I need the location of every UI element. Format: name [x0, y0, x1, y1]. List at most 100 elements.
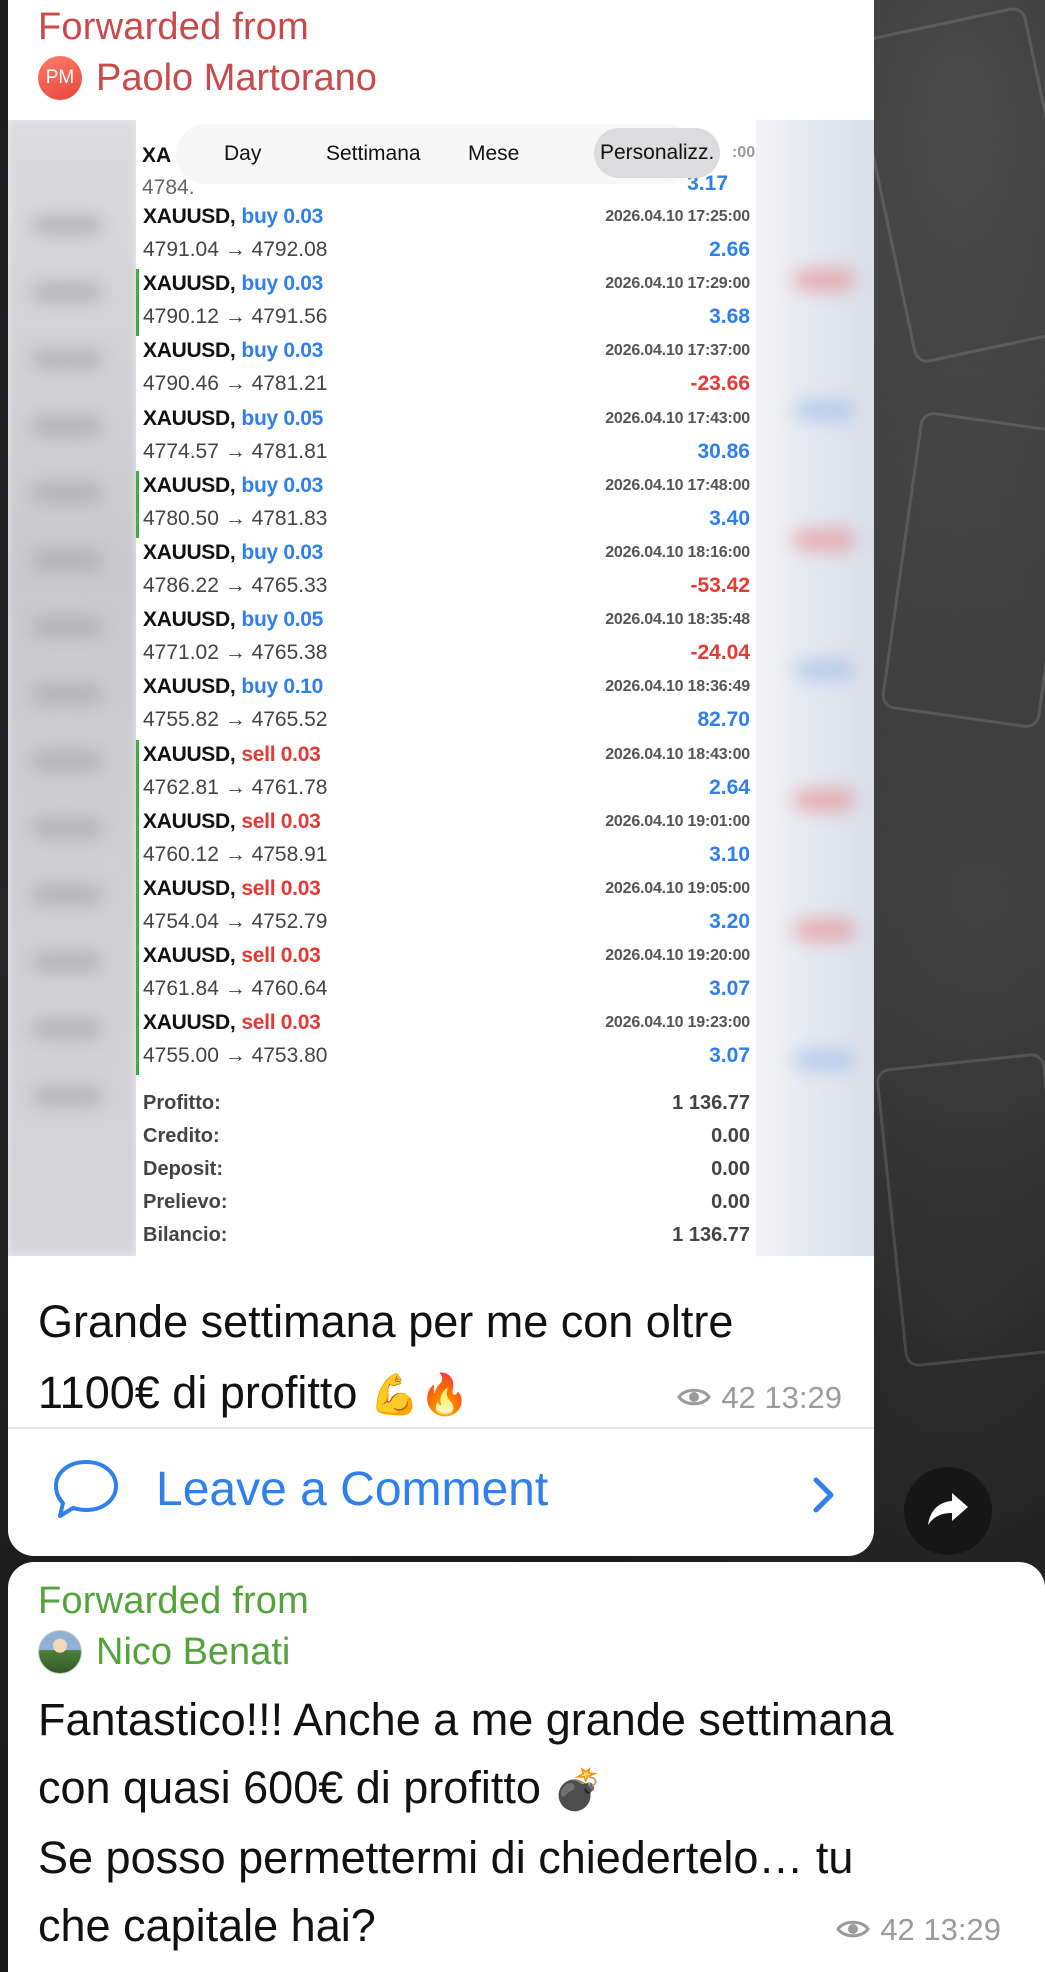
tab-day: Day: [224, 142, 262, 165]
blurred-mark: [32, 350, 102, 368]
trade-profit: 3.07: [709, 977, 750, 1001]
forwarded-sender[interactable]: Nico Benati: [38, 1630, 290, 1674]
speech-bubble-icon: [52, 1458, 120, 1525]
banknote-decoration: [874, 1051, 1045, 1369]
trade-history-sheet: XA 4784. 3.17 Day Settimana Mese Persona…: [136, 120, 756, 1256]
trade-symbol: XAUUSD,: [143, 1011, 236, 1035]
trade-time: 2026.04.10 18:35:48: [605, 611, 750, 629]
blurred-mark: [32, 1020, 102, 1038]
trade-profit: -24.04: [690, 641, 750, 665]
message-bubble-forwarded[interactable]: Forwarded from Nico Benati Fantastico!!!…: [8, 1562, 1045, 1972]
trade-time: 2026.04.10 18:36:49: [605, 678, 750, 696]
trade-symbol: XAUUSD,: [143, 205, 236, 228]
forwarded-sender[interactable]: PM Paolo Martorano: [38, 56, 377, 100]
summary-row: Credito: 0.00: [136, 1121, 756, 1154]
forwarded-from-label: Forwarded from: [38, 1580, 309, 1622]
trade-profit: 3.07: [709, 1044, 750, 1068]
trade-side-volume: buy 0.05: [241, 406, 324, 430]
sender-name[interactable]: Paolo Martorano: [96, 57, 377, 100]
summary-label: Credito:: [143, 1125, 220, 1147]
trade-symbol: XAUUSD,: [143, 339, 236, 363]
trade-profit: 2.64: [709, 775, 750, 799]
summary-value: 1 136.77: [672, 1092, 750, 1114]
trade-profit: 30.86: [697, 439, 750, 463]
trade-prices: 4791.04 → 4792.08: [143, 238, 328, 261]
blurred-mark: [32, 819, 102, 837]
trade-row: XAUUSD, sell 0.03 4760.12 → 4758.91 2026.04…: [136, 806, 756, 874]
trade-title: XAUUSD, buy 0.05: [143, 608, 323, 632]
trade-time: 2026.04.10 18:43:00: [605, 745, 750, 763]
summary-row: Prelievo: 0.00: [136, 1187, 756, 1220]
leave-comment-button[interactable]: Leave a Comment: [8, 1430, 874, 1556]
trade-side-volume: buy 0.03: [241, 540, 324, 564]
message-bubble-forwarded[interactable]: Forwarded from PM Paolo Martorano XA 478…: [8, 0, 874, 1556]
caption-line-2: 1100€ di profitto: [38, 1367, 358, 1418]
trade-prices: 4790.46 → 4781.21: [143, 372, 328, 396]
trade-row: XAUUSD, buy 0.10 4755.82 → 4765.52 2026.04.…: [136, 672, 756, 739]
trade-row: XAUUSD, buy 0.03 4790.12 → 4791.56 2026.04.…: [136, 269, 756, 337]
trade-title: XAUUSD, buy 0.03: [143, 474, 323, 498]
blurred-mark: [32, 752, 102, 770]
trade-side-volume: sell 0.03: [241, 1011, 321, 1035]
eye-icon: [836, 1912, 871, 1948]
share-arrow-icon: [926, 1491, 970, 1532]
trade-row: XAUUSD, buy 0.05 4771.02 → 4765.38 2026.04.…: [136, 605, 756, 672]
forwarded-from-label: Forwarded from: [38, 6, 309, 48]
blurred-mark: [32, 216, 102, 234]
summary-label: Prelievo:: [143, 1191, 228, 1213]
avatar[interactable]: [38, 1630, 82, 1674]
chevron-right-icon: [812, 1476, 836, 1519]
trade-side-volume: buy 0.10: [241, 675, 324, 699]
trade-profit: 3.10: [709, 842, 750, 866]
trade-time: 2026.04.10 18:16:00: [605, 543, 750, 561]
blurred-mark: [32, 417, 102, 435]
trade-row: XAUUSD, buy 0.03 4786.22 → 4765.33 2026.04.…: [136, 538, 756, 605]
view-count: 42: [721, 1380, 756, 1415]
sender-name[interactable]: Nico Benati: [96, 1631, 290, 1674]
trade-side-volume: buy 0.03: [241, 205, 324, 228]
account-summary: Profitto: 1 136.77 Credito: 0.00 Deposit: 0.0…: [136, 1088, 756, 1253]
blurred-mark: [32, 618, 102, 636]
trade-prices: 4754.04 → 4752.79: [143, 909, 328, 933]
trade-side-volume: sell 0.03: [241, 809, 321, 833]
trade-profit: 3.20: [709, 909, 750, 933]
period-segmented-control: Day Settimana Mese Personalizz.: [176, 124, 721, 184]
view-count: 42: [880, 1912, 915, 1947]
avatar[interactable]: PM: [38, 56, 82, 100]
summary-value: 1 136.77: [672, 1224, 750, 1246]
blurred-mark: [32, 283, 102, 301]
blurred-mark: [32, 953, 102, 971]
trade-marker: [136, 941, 139, 1009]
caption-line-1: Grande settimana per me con oltre: [38, 1296, 734, 1347]
blurred-mark: [794, 530, 854, 550]
trade-title: XAUUSD, buy 0.03: [143, 272, 323, 296]
blurred-mark: [794, 1050, 854, 1070]
trade-marker: [136, 269, 139, 337]
trade-time: 2026.04.10 17:25:00: [605, 208, 750, 225]
trade-prices: 4774.57 → 4781.81: [143, 439, 328, 463]
summary-label: Deposit:: [143, 1158, 223, 1180]
trade-title: XAUUSD, sell 0.03: [143, 809, 321, 834]
blurred-mark: [794, 400, 854, 420]
trade-prices: 4755.00 → 4753.80: [143, 1044, 328, 1068]
eye-icon: [677, 1380, 712, 1416]
trade-history-photo[interactable]: XA 4784. 3.17 Day Settimana Mese Persona…: [8, 120, 874, 1256]
blurred-mark: [794, 790, 854, 810]
blurred-mark: [794, 270, 854, 290]
trade-symbol: XAUUSD,: [143, 272, 236, 296]
message-line-4: che capitale hai?: [38, 1900, 376, 1951]
partial-trade-prices: 4784.: [142, 176, 195, 199]
trade-side-volume: sell 0.03: [241, 742, 321, 766]
trade-row: XAUUSD, sell 0.03 4754.04 → 4752.79 2026.04…: [136, 873, 756, 941]
trade-symbol: XAUUSD,: [143, 608, 236, 632]
trade-symbol: XAUUSD,: [143, 473, 236, 497]
share-button[interactable]: [904, 1467, 992, 1555]
trade-profit: -53.42: [690, 573, 750, 597]
message-line-1: Fantastico!!! Anche a me grande settiman…: [38, 1694, 894, 1745]
trade-prices: 4786.22 → 4765.33: [143, 573, 328, 597]
trade-row: XAUUSD, buy 0.03 4790.46 → 4781.21 2026.04.…: [136, 336, 756, 403]
trade-title: XAUUSD, sell 0.03: [143, 944, 321, 968]
tab-personalizza: Personalizz.: [594, 128, 721, 178]
flexed-biceps-icon: 💪: [369, 1372, 420, 1418]
blurred-mark: [794, 660, 854, 680]
